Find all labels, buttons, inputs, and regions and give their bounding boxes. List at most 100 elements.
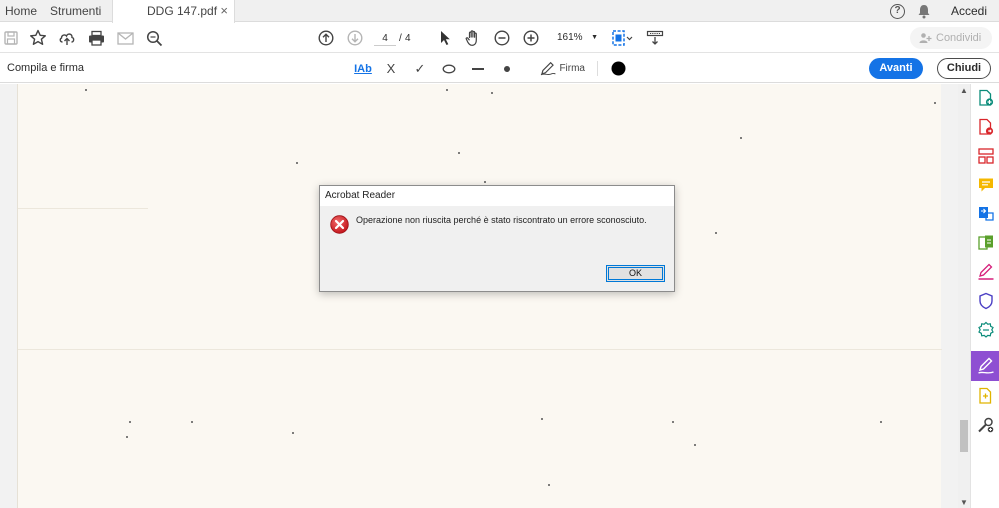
page-number-input[interactable]: 4: [374, 31, 396, 46]
print-button[interactable]: [86, 28, 106, 48]
zoom-select[interactable]: 161% ▼: [550, 30, 600, 46]
pen-sign-icon: [540, 61, 556, 76]
color-swatch-icon: [611, 61, 626, 76]
tab-home[interactable]: Home: [5, 0, 37, 22]
next-button[interactable]: Avanti: [869, 58, 923, 79]
scrollbar-thumb[interactable]: [960, 420, 968, 452]
page-speck: [880, 421, 882, 423]
save-icon: [4, 31, 18, 45]
ok-button[interactable]: OK: [606, 265, 665, 282]
scroll-down-icon[interactable]: ▼: [958, 498, 970, 507]
page-total: 4: [405, 33, 411, 44]
zoom-in-button[interactable]: [521, 28, 541, 48]
add-text-tool[interactable]: IAb: [352, 60, 374, 77]
line-tool[interactable]: [470, 60, 486, 77]
vertical-scrollbar[interactable]: ▲ ▼: [958, 84, 970, 508]
scan-enhance-icon: [977, 321, 994, 338]
sign-label: Firma: [559, 63, 585, 74]
zoom-value: 161%: [557, 32, 583, 43]
send-for-comments-tool[interactable]: [971, 200, 999, 228]
page-rule: [18, 208, 148, 209]
page-speck: [715, 232, 717, 234]
fill-sign-icon: [977, 357, 994, 374]
page-speck: [458, 152, 460, 154]
document-viewport[interactable]: [0, 84, 958, 508]
save-button[interactable]: [1, 28, 21, 48]
toolbar-divider: [597, 61, 598, 76]
cloud-upload-icon: [59, 33, 75, 45]
previous-page-button[interactable]: [316, 28, 336, 48]
dialog-message: Operazione non riuscita perché è stato r…: [356, 215, 647, 225]
customize-tools-tool[interactable]: [971, 411, 999, 439]
customize-tools-icon: [977, 417, 993, 433]
circle-tool[interactable]: [441, 60, 457, 77]
page-speck: [191, 421, 193, 423]
create-pdf-tool[interactable]: [971, 84, 999, 112]
fill-sign-title: Compila e firma: [7, 62, 85, 74]
dot-tool[interactable]: [499, 60, 515, 77]
minus-circle-icon: [494, 30, 510, 46]
printer-icon: [88, 30, 104, 46]
arrow-up-circle-icon: [318, 30, 334, 46]
scroll-mode-button[interactable]: [645, 28, 665, 48]
tab-document[interactable]: DDG 147.pdf ×: [112, 0, 235, 23]
comment-icon: [978, 178, 993, 192]
star-icon: [30, 29, 46, 45]
arrow-down-circle-icon: [347, 30, 363, 46]
zoom-out-button[interactable]: [492, 28, 512, 48]
page-rule: [18, 349, 942, 350]
notifications-button[interactable]: [917, 0, 931, 22]
main-toolbar: 4 / 4 161% ▼ Condividi: [0, 23, 999, 53]
bell-icon: [918, 4, 930, 18]
more-tools-icon: [978, 387, 991, 404]
page-speck: [446, 89, 448, 91]
page-speck: [934, 102, 936, 104]
hand-tool-button[interactable]: [463, 28, 483, 48]
search-button[interactable]: [144, 28, 164, 48]
color-picker[interactable]: [610, 60, 627, 77]
page-speck: [694, 444, 696, 446]
send-for-comments-icon: [978, 207, 994, 221]
close-icon[interactable]: ×: [220, 0, 228, 22]
comment-tool[interactable]: [971, 171, 999, 199]
bookmark-button[interactable]: [28, 28, 48, 48]
more-tools-tool[interactable]: [971, 382, 999, 410]
scroll-up-icon[interactable]: ▲: [958, 86, 970, 95]
protect-tool[interactable]: [971, 287, 999, 315]
scan-enhance-tool[interactable]: [971, 316, 999, 344]
share-label: Condividi: [936, 32, 982, 44]
share-button[interactable]: Condividi: [910, 27, 992, 49]
fill-sign-tool[interactable]: [971, 351, 999, 381]
page-speck: [541, 418, 543, 420]
sign-button[interactable]: Firma: [540, 60, 585, 77]
page-speck: [85, 89, 87, 91]
dot-icon: [504, 65, 510, 72]
hand-icon: [465, 30, 477, 46]
request-signature-tool[interactable]: [971, 258, 999, 286]
email-button[interactable]: [115, 28, 135, 48]
page-separator: /: [399, 33, 402, 44]
page-speck: [491, 92, 493, 94]
export-pdf-tool[interactable]: [971, 113, 999, 141]
combine-files-tool[interactable]: [971, 229, 999, 257]
error-dialog: Acrobat Reader Operazione non riuscita p…: [319, 185, 675, 292]
page-speck: [548, 484, 550, 486]
organize-pages-tool[interactable]: [971, 142, 999, 170]
tab-tools[interactable]: Strumenti: [50, 0, 101, 22]
checkmark-tool[interactable]: ✓: [412, 60, 428, 77]
next-page-button[interactable]: [345, 28, 365, 48]
upload-button[interactable]: [57, 28, 77, 48]
ellipse-icon: [442, 64, 456, 73]
help-button[interactable]: ?: [890, 0, 905, 22]
combine-files-icon: [977, 235, 993, 250]
close-button[interactable]: Chiudi: [937, 58, 991, 79]
pdf-page: [17, 84, 942, 508]
page-speck: [484, 181, 486, 183]
cross-tool[interactable]: X: [383, 60, 399, 77]
page-speck: [129, 421, 131, 423]
signin-link[interactable]: Accedi: [951, 0, 987, 22]
page-display-button[interactable]: [610, 28, 636, 48]
tab-bar: Home Strumenti DDG 147.pdf × ? Accedi: [0, 0, 999, 23]
page-speck: [672, 421, 674, 423]
select-tool-button[interactable]: [435, 28, 455, 48]
